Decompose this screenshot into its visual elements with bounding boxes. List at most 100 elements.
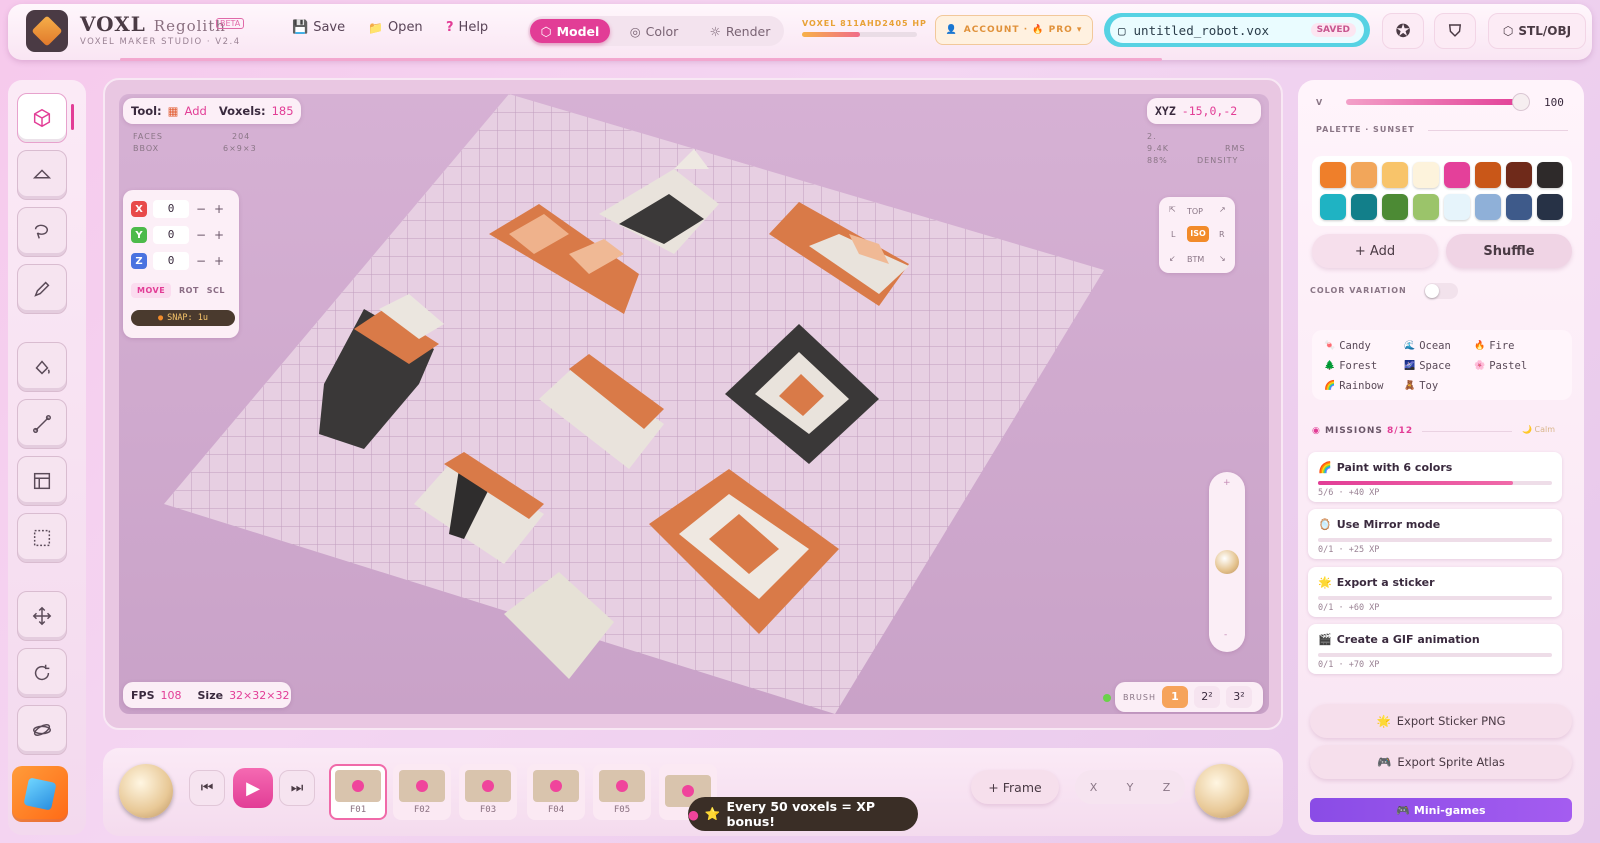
play-button[interactable]: ▶ [233,768,273,808]
palette-swatch[interactable] [1382,193,1408,220]
export-atlas-button[interactable]: 🎮 Export Sprite Atlas [1310,745,1572,779]
export-sticker-button[interactable]: 🌟 Export Sticker PNG [1310,704,1572,738]
arrow-sw-icon[interactable]: ↙ [1169,254,1176,263]
mission-paint-colors[interactable]: 🌈 Paint with 6 colors 5/6 · +40 XP [1308,452,1562,502]
prev-frame-button[interactable]: ⏮ [189,770,225,806]
next-frame-button[interactable]: ⏭ [279,770,315,806]
tool-add[interactable] [17,93,67,143]
tool-box[interactable] [17,456,67,506]
tab-model[interactable]: ⬡ Model [530,19,610,43]
mission-export-sticker[interactable]: 🌟 Export a sticker 0/1 · +60 XP [1308,567,1562,617]
mode-scale[interactable]: SCL [207,286,225,295]
tool-pencil[interactable] [17,264,67,314]
frame-thumb[interactable]: F02 [393,764,451,820]
arrow-nw-icon[interactable]: ⇱ [1169,205,1176,214]
zoom-slider[interactable]: + - [1209,472,1245,652]
palette-swatch[interactable] [1444,193,1470,220]
file-name-box[interactable]: ▢ untitled_robot.vox SAVED [1104,13,1370,47]
view-left[interactable]: L [1171,230,1175,239]
tab-color[interactable]: ◎ Color [614,19,694,43]
palette-swatch[interactable] [1351,162,1377,188]
view-iso[interactable]: ISO [1187,226,1209,242]
brush-size-1[interactable]: 1 [1162,686,1188,708]
axis-lock-x[interactable]: X [1090,781,1098,794]
minigames-button[interactable]: 🎮 Mini-games [1310,798,1572,822]
x-input[interactable]: 0 [153,200,189,218]
add-color-button[interactable]: + Add [1312,234,1438,268]
palette-swatch[interactable] [1413,193,1439,220]
theme-pastel[interactable]: 🌸 Pastel [1474,360,1527,372]
palette-swatch[interactable] [1382,162,1408,188]
palette-swatch[interactable] [1351,193,1377,220]
v-slider[interactable] [1346,99,1526,105]
y-minus[interactable]: − [195,228,207,242]
theme-fire[interactable]: 🔥 Fire [1474,340,1515,352]
tool-line[interactable] [17,399,67,449]
zoom-plus-icon[interactable]: + [1223,478,1231,488]
tool-3d-cube[interactable] [12,766,68,822]
axis-lock-y[interactable]: Y [1127,781,1134,794]
frame-thumb[interactable]: F04 [527,764,585,820]
theme-rainbow[interactable]: 🌈 Rainbow [1324,380,1383,392]
palette-swatch[interactable] [1444,162,1470,188]
palette-swatch[interactable] [1506,193,1532,220]
palette-swatch[interactable] [1320,162,1346,188]
y-plus[interactable]: + [213,228,225,242]
zoom-minus-icon[interactable]: - [1224,630,1227,640]
tool-mirror[interactable] [17,705,67,755]
tool-select[interactable] [17,513,67,563]
color-variation-toggle[interactable] [1424,283,1458,299]
view-bottom[interactable]: BTM [1187,255,1204,264]
zoom-handle[interactable] [1215,550,1239,574]
brush-size-3[interactable]: 3² [1226,686,1252,708]
tool-rotate[interactable] [17,648,67,698]
arrow-ne-icon[interactable]: ↗ [1219,205,1226,214]
save-button[interactable]: 💾 Save [292,20,345,35]
snap-toggle[interactable]: ● SNAP: 1u [131,310,235,326]
export-stl-button[interactable]: ⬡ STL/OBJ [1488,13,1586,49]
view-right[interactable]: R [1219,230,1225,239]
theme-ocean[interactable]: 🌊 Ocean [1404,340,1451,352]
add-frame-button[interactable]: + Frame [971,770,1059,804]
arrow-se-icon[interactable]: ↘ [1219,254,1226,263]
palette-swatch[interactable] [1320,193,1346,220]
tool-fill[interactable] [17,342,67,392]
palette-swatch[interactable] [1475,162,1501,188]
x-plus[interactable]: + [213,202,225,216]
z-plus[interactable]: + [213,254,225,268]
left-dial[interactable] [119,764,173,818]
community-button[interactable]: ✪ [1382,13,1424,49]
theme-space[interactable]: 🌌 Space [1404,360,1451,372]
palette-swatch[interactable] [1506,162,1532,188]
theme-candy[interactable]: 🍬 Candy [1324,340,1371,352]
mode-rotate[interactable]: ROT [179,286,199,295]
open-button[interactable]: 📁 Open [368,20,423,35]
z-input[interactable]: 0 [153,252,189,270]
mode-move[interactable]: MOVE [131,282,172,298]
view-top[interactable]: TOP [1187,207,1203,216]
palette-swatch[interactable] [1537,193,1563,220]
palette-swatch[interactable] [1413,162,1439,188]
share-button[interactable]: ⛉ [1434,13,1476,49]
viewport-canvas[interactable]: Tool: ▦ Add Voxels: 185 FACES 204 BBOX 6×9×… [119,94,1269,714]
axis-lock-z[interactable]: Z [1163,781,1171,794]
y-input[interactable]: 0 [153,226,189,244]
frame-thumb[interactable]: F05 [593,764,651,820]
tool-lasso[interactable] [17,207,67,257]
z-minus[interactable]: − [195,254,207,268]
palette-swatch[interactable] [1537,162,1563,188]
right-dial[interactable] [1195,764,1249,818]
theme-forest[interactable]: 🌲 Forest [1324,360,1377,372]
tool-move[interactable] [17,591,67,641]
tab-render[interactable]: ☼ Render [698,19,782,43]
mission-gif-animation[interactable]: 🎬 Create a GIF animation 0/1 · +70 XP [1308,624,1562,674]
frame-thumb[interactable]: F03 [459,764,517,820]
voxel-scene[interactable] [119,94,1269,714]
x-minus[interactable]: − [195,202,207,216]
help-button[interactable]: ? Help [446,20,488,35]
account-button[interactable]: 👤 ACCOUNT · 🔥 PRO ▾ [935,15,1093,45]
v-slider-handle[interactable] [1512,93,1530,111]
tool-erase[interactable] [17,150,67,200]
frame-thumb[interactable]: F01 [329,764,387,820]
shuffle-button[interactable]: Shuffle [1446,234,1572,268]
